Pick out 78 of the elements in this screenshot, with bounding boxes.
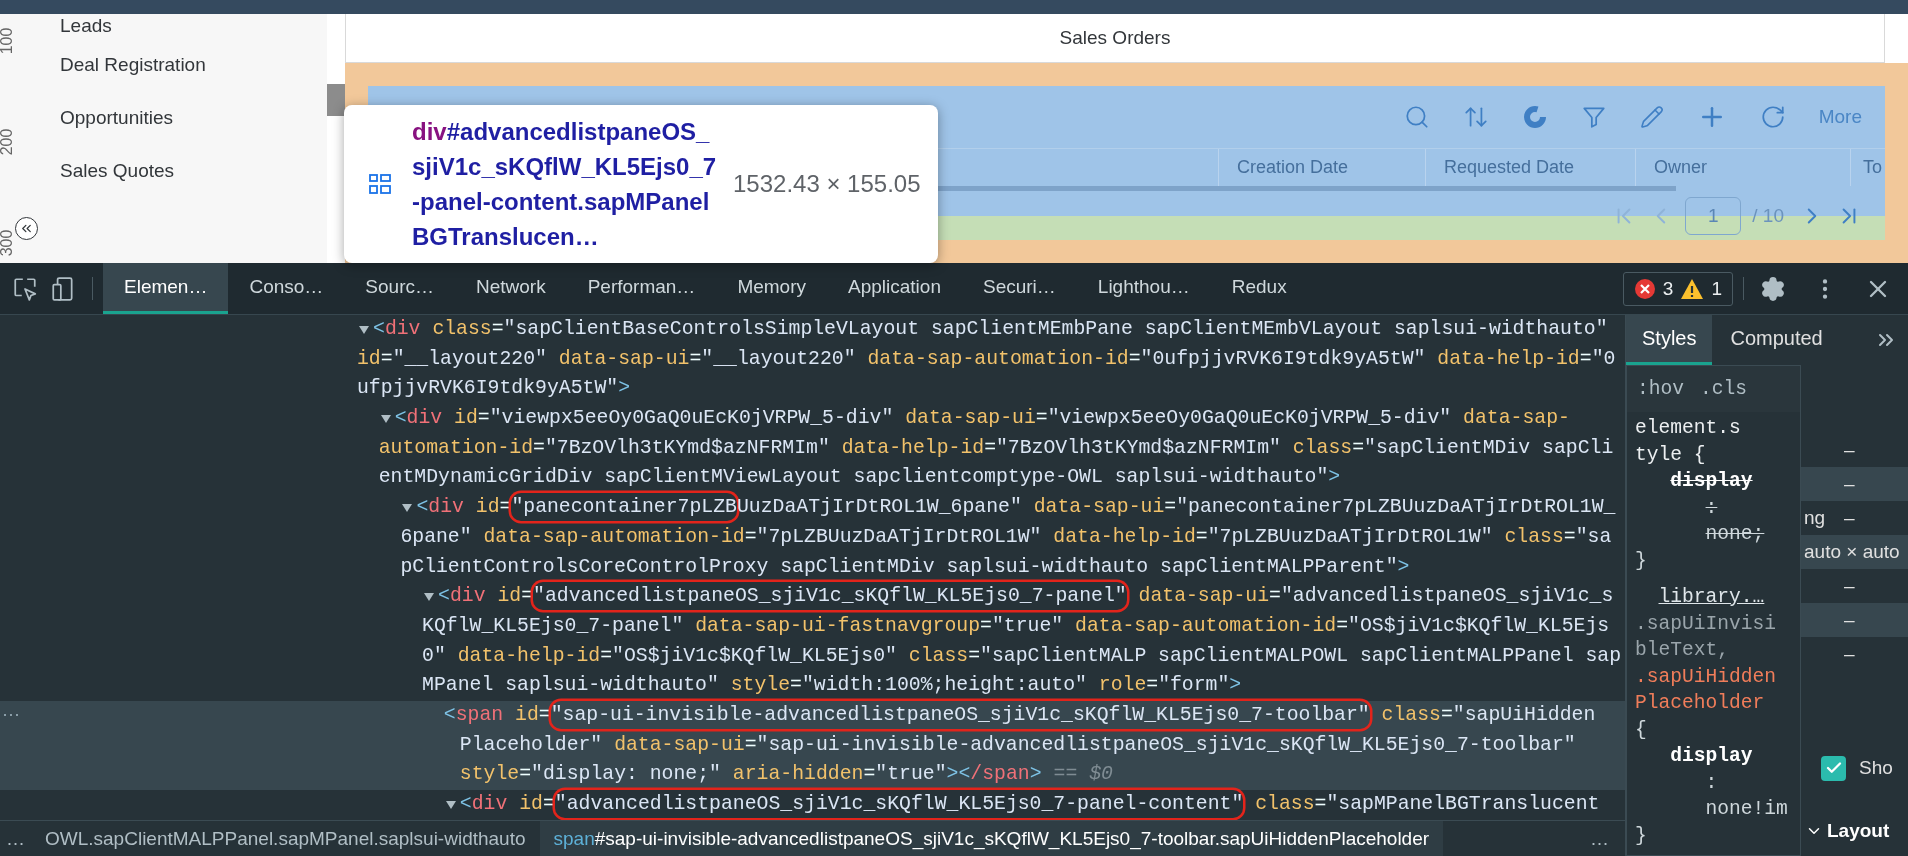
code-line: MPanel saplsui-widthauto" style="width:100%;height:auto" role="form"> [422, 673, 1242, 699]
stylesheet-link[interactable]: library.… [1658, 586, 1765, 608]
code-line: <div class="sapClientBaseControlsSimpleVLayout sapClientMEmbPane sapClientMEmbVLayout saplsui-widthauto" [373, 317, 1608, 342]
element-selector: div#advancedlistpaneOS_sjiV1c_sKQflW_KL5Ejs0_7-panel-content.sapMPanelBGTranslucen… [412, 117, 717, 252]
page-title: Sales Orders [1059, 27, 1171, 49]
issues-badge[interactable]: 3 1 [1622, 271, 1733, 306]
property-value: – [1843, 575, 1855, 597]
breadcrumb-item[interactable]: span#sap-ui-invisible-advancedlistpaneOS_sjiV1c_sKQflW_KL5Ejs0_7-toolbar.sapUiHiddenPlaceholder [539, 821, 1444, 856]
element-size: 1532.43 × 155.05 [733, 170, 921, 198]
code-line: style="display: none;" aria-hidden="true"></span> == $0 [459, 762, 1113, 788]
node-menu-button[interactable]: ⋯ [2, 702, 20, 725]
sidebar-item[interactable]: Sales Quotes [60, 159, 175, 182]
code-line: <span id="sap-ui-invisible-advancedlistpaneOS_sjiV1c_sKQflW_KL5Ejs0_7-toolbar" class="sapUiHidden [443, 700, 1596, 731]
sidebar-item[interactable]: Opportunities [60, 106, 173, 129]
style-rule-text: .sapUiInvisi [1635, 612, 1777, 635]
devtools-tab[interactable]: Lighthou… [1076, 263, 1211, 314]
style-rule-text: .sapUiHidden [1635, 665, 1777, 688]
code-line: <div id="viewpx5eeOy0GaQ0uEcK0jVRPW_5-div" data-sap-ui="viewpx5eeOy0GaQ0uEcK0jVRPW_5-div" data-sap- [394, 406, 1570, 432]
breadcrumb-overflow[interactable]: … [1584, 827, 1615, 850]
devtools-tab[interactable]: Application [827, 263, 962, 314]
code-line: entMDynamicGridDiv sapClientMViewLayout sapclientcomptype-OWL saplsui-widthauto"> [378, 465, 1341, 491]
collapse-button[interactable] [15, 217, 38, 240]
style-rule-text: display [1670, 745, 1753, 767]
scrollbar-thumb[interactable] [327, 84, 345, 116]
sidebar-item[interactable]: Deal Registration [60, 53, 206, 76]
sidebar-item[interactable]: Leads [60, 15, 112, 37]
code-line: Placeholder" data-sap-ui="sap-ui-invisible-advancedlistpaneOS_sjiV1c_sKQflW_KL5Ejs0_7-toolbar" [459, 732, 1576, 758]
style-rule-text: : [1705, 496, 1718, 519]
tree-row[interactable] [0, 700, 1625, 790]
code-line: ufpjjvRVK6I9tdk9yA5tW"> [357, 376, 631, 402]
code-line: id="__layout220" data-sap-ui="__layout220" data-sap-automation-id="0ufpjjvRVK6I9tdk9yA5tW" data-help-id="0 [357, 346, 1616, 372]
breadcrumb-overflow[interactable]: … [0, 827, 31, 850]
ruler-label: 100 [0, 27, 17, 55]
checkbox-label: Sho [1859, 757, 1893, 779]
style-rule-text: { [1635, 718, 1647, 741]
error-icon [1633, 277, 1656, 300]
style-rule-text: Placeholder [1635, 692, 1765, 714]
property-value: – [1843, 643, 1855, 665]
devtools-tab[interactable]: Elemen… [103, 263, 229, 314]
code-line: KQflW_KL5Ejs0_7-panel" data-sap-ui-fastnavgroup="true" data-sap-automation-id="OS$jiV1c$KQflW_KL5Ejs [422, 613, 1610, 639]
property-value: – [1844, 507, 1855, 529]
devtools-tab[interactable]: Memory [716, 263, 827, 314]
grid-icon [368, 172, 392, 196]
styles-tab[interactable]: Styles [1626, 315, 1713, 365]
ruler-label: 200 [0, 128, 17, 156]
style-rule-text: } [1635, 549, 1647, 572]
code-line: pClientControlsCoreControlProxy sapClientMDiv saplsui-widthauto sapClientMALPParent"> [400, 554, 1410, 580]
code-line: automation-id="7BzOVlh3tKYmd$azNFRMIm" data-help-id="7BzOVlh3tKYmd$azNFRMIm" class="sapClientMDiv sapCli [378, 435, 1614, 461]
style-rule-text: none; [1705, 523, 1765, 545]
styles-tab[interactable]: Computed [1712, 315, 1841, 365]
code-line: 0" data-help-id="OS$jiV1c$KQflW_KL5Ejs0" class="sapClientMALP sapClientMALPOWL sapClientMALPPanel sap [422, 643, 1622, 669]
style-rule-text: } [1635, 824, 1647, 847]
box-dimensions: auto × auto [1803, 541, 1900, 563]
layout-section-header[interactable]: Layout [1801, 814, 1908, 848]
property-name: ng [1803, 507, 1827, 529]
style-rule-text: tyle { [1635, 443, 1706, 466]
devtools-tab[interactable]: Redux [1210, 263, 1308, 314]
filter-toggle[interactable]: .cls [1700, 378, 1748, 400]
property-value: – [1843, 609, 1855, 631]
devtools-tab[interactable]: Sourc… [344, 263, 455, 314]
devtools-tab[interactable]: Securi… [961, 263, 1077, 314]
devtools-tab[interactable]: Conso… [228, 263, 345, 314]
code-line: 6pane" data-sap-automation-id="7pLZBUuzDaATjIrDtROL1W" data-help-id="7pLZBUuzDaATjIrDtROL1W" class="sa [400, 524, 1612, 550]
style-rule-text: display [1670, 470, 1753, 492]
style-rule-text: bleText, [1635, 639, 1730, 661]
style-rule-text: none!im [1705, 798, 1788, 820]
warning-icon [1680, 277, 1705, 300]
style-rule-text: element.s [1635, 417, 1741, 439]
property-value: – [1843, 439, 1855, 461]
filter-toggle[interactable]: :hov [1637, 378, 1685, 400]
show-all-checkbox[interactable] [1821, 755, 1846, 781]
devtools-tab[interactable]: Network [455, 263, 567, 314]
page-total: / 10 [1752, 205, 1784, 227]
property-value: – [1843, 473, 1855, 495]
style-rule-text: : [1705, 771, 1718, 794]
devtools-tab[interactable]: Performan… [566, 263, 717, 314]
ruler-label: 300 [0, 229, 17, 257]
breadcrumb-item[interactable]: OWL.sapClientMALPPanel.sapMPanel.saplsui-widthauto [31, 821, 540, 856]
